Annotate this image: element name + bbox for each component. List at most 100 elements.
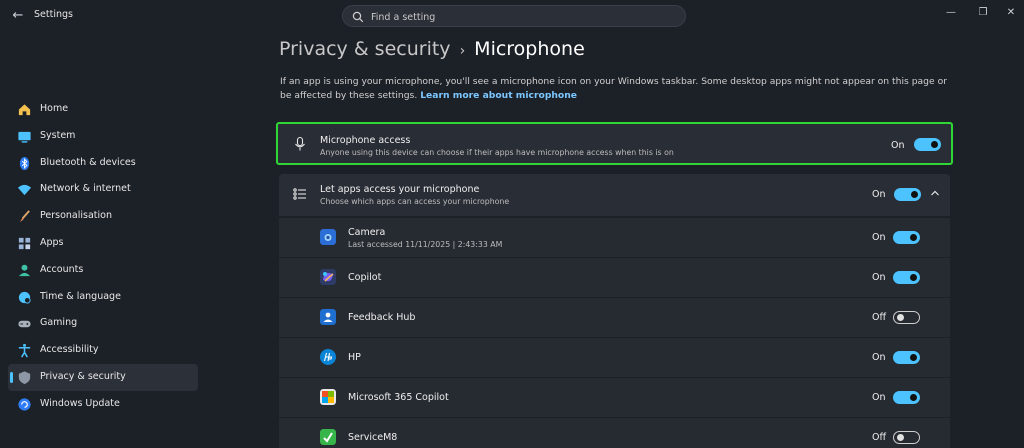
app-state: On bbox=[872, 352, 886, 363]
microphone-access-state: On bbox=[891, 140, 905, 151]
sidebar-item-label: Network & internet bbox=[40, 183, 131, 195]
app-row-microsoft-365-copilot: Microsoft 365 Copilot On bbox=[279, 377, 950, 417]
toggle-knob bbox=[910, 274, 917, 281]
sidebar-item-gaming[interactable]: Gaming bbox=[8, 310, 198, 337]
list-icon bbox=[293, 188, 306, 200]
sidebar-item-label: Time & language bbox=[40, 290, 121, 302]
accessibility-icon bbox=[18, 344, 31, 358]
app-name: Camera bbox=[348, 227, 386, 238]
shield-icon bbox=[18, 371, 31, 385]
sidebar-item-accounts[interactable]: Accounts bbox=[8, 257, 198, 284]
app-state: Off bbox=[872, 432, 887, 443]
toggle-knob bbox=[897, 434, 904, 441]
toggle-knob bbox=[910, 394, 917, 401]
system-icon bbox=[18, 131, 31, 143]
search-box[interactable] bbox=[342, 5, 686, 27]
gamepad-icon bbox=[18, 321, 31, 328]
let-apps-subtitle: Choose which apps can access your microp… bbox=[320, 197, 510, 206]
servicem8-icon bbox=[320, 429, 336, 445]
search-input[interactable] bbox=[369, 8, 673, 26]
active-indicator bbox=[10, 371, 13, 383]
page-description: If an app is using your microphone, you'… bbox=[280, 75, 960, 102]
microphone-access-title: Microphone access bbox=[320, 135, 411, 146]
back-arrow-icon[interactable]: ← bbox=[10, 8, 26, 24]
sidebar-item-personalisation[interactable]: Personalisation bbox=[8, 203, 198, 230]
sidebar-item-network[interactable]: Network & internet bbox=[8, 176, 198, 203]
page-title: Microphone bbox=[474, 38, 585, 60]
sidebar-item-label: Bluetooth & devices bbox=[40, 156, 136, 168]
update-icon bbox=[18, 398, 31, 411]
network-icon bbox=[17, 185, 32, 196]
microphone-access-card: Microphone access Anyone using this devi… bbox=[276, 122, 953, 165]
app-name: Microsoft 365 Copilot bbox=[348, 392, 449, 403]
minimize-icon[interactable]: — bbox=[944, 6, 958, 20]
sidebar-item-home[interactable]: Home bbox=[8, 96, 198, 123]
close-icon[interactable]: ✕ bbox=[1004, 6, 1018, 20]
sidebar-item-time-language[interactable]: Time & language bbox=[8, 284, 198, 311]
app-last-accessed: Last accessed 11/11/2025 | 2:43:33 AM bbox=[348, 240, 503, 249]
sidebar-item-windows-update[interactable]: Windows Update bbox=[8, 391, 198, 418]
microphone-access-toggle[interactable] bbox=[914, 138, 941, 151]
sidebar-item-label: Privacy & security bbox=[40, 370, 126, 382]
m365-copilot-icon bbox=[320, 389, 336, 405]
let-apps-title: Let apps access your microphone bbox=[320, 184, 480, 195]
app-toggle-feedback-hub[interactable] bbox=[893, 311, 920, 324]
sidebar-item-label: Windows Update bbox=[40, 397, 120, 409]
sidebar-item-bluetooth[interactable]: Bluetooth & devices bbox=[8, 150, 198, 177]
toggle-knob bbox=[897, 314, 904, 321]
hp-icon bbox=[320, 349, 336, 365]
globe-icon bbox=[18, 291, 31, 304]
app-state: Off bbox=[872, 312, 887, 323]
let-apps-toggle[interactable] bbox=[894, 188, 921, 201]
microphone-access-subtitle: Anyone using this device can choose if t… bbox=[320, 148, 674, 157]
app-row-servicem8: ServiceM8 Off bbox=[279, 417, 950, 448]
app-row-feedback-hub: Feedback Hub Off bbox=[279, 297, 950, 337]
app-toggle-microsoft-365-copilot[interactable] bbox=[893, 391, 920, 404]
breadcrumb-separator: › bbox=[459, 43, 466, 59]
toggle-knob bbox=[910, 354, 917, 361]
app-toggle-camera[interactable] bbox=[893, 231, 920, 244]
search-icon bbox=[352, 11, 364, 23]
sidebar-item-label: System bbox=[40, 129, 76, 141]
toggle-knob bbox=[910, 234, 917, 241]
sidebar: Home System Bluetooth & devices Network … bbox=[8, 96, 198, 418]
sidebar-item-label: Personalisation bbox=[40, 210, 112, 222]
app-name: Copilot bbox=[348, 272, 382, 283]
bluetooth-icon bbox=[19, 156, 30, 170]
maximize-icon[interactable]: ❐ bbox=[976, 6, 990, 20]
home-icon bbox=[18, 104, 31, 116]
feedback-hub-icon bbox=[320, 309, 336, 325]
sidebar-item-label: Home bbox=[40, 103, 69, 114]
accounts-icon bbox=[18, 264, 31, 276]
app-toggle-servicem8[interactable] bbox=[893, 431, 920, 444]
app-name: ServiceM8 bbox=[348, 432, 398, 443]
sidebar-item-accessibility[interactable]: Accessibility bbox=[8, 337, 198, 364]
breadcrumb-parent[interactable]: Privacy & security bbox=[279, 38, 451, 60]
app-toggle-hp[interactable] bbox=[893, 351, 920, 364]
chevron-up-icon[interactable] bbox=[929, 187, 941, 199]
app-toggle-copilot[interactable] bbox=[893, 271, 920, 284]
sidebar-item-apps[interactable]: Apps bbox=[8, 230, 198, 257]
let-apps-access-card[interactable]: Let apps access your microphone Choose w… bbox=[279, 174, 950, 216]
app-name: HP bbox=[348, 352, 361, 363]
app-row-camera: Camera Last accessed 11/11/2025 | 2:43:3… bbox=[279, 217, 950, 257]
sidebar-item-label: Accounts bbox=[40, 263, 84, 275]
brush-icon bbox=[19, 210, 30, 223]
app-row-hp: HP On bbox=[279, 337, 950, 377]
app-state: On bbox=[872, 392, 886, 403]
sidebar-item-label: Apps bbox=[40, 236, 64, 248]
title-bar: ← Settings — ❐ ✕ bbox=[0, 0, 1024, 32]
app-name: Feedback Hub bbox=[348, 312, 416, 323]
app-state: On bbox=[872, 232, 886, 243]
sidebar-item-privacy-security[interactable]: Privacy & security bbox=[8, 363, 198, 391]
app-row-copilot: Copilot On bbox=[279, 257, 950, 297]
sidebar-item-label: Accessibility bbox=[40, 344, 99, 356]
sidebar-item-label: Gaming bbox=[40, 317, 78, 329]
description-text: If an app is using your microphone, you'… bbox=[280, 76, 947, 101]
learn-more-link[interactable]: Learn more about microphone bbox=[420, 90, 577, 101]
app-title: Settings bbox=[34, 9, 73, 20]
let-apps-state: On bbox=[872, 189, 886, 200]
microphone-icon bbox=[295, 136, 305, 151]
copilot-icon bbox=[320, 269, 336, 285]
sidebar-item-system[interactable]: System bbox=[8, 123, 198, 150]
